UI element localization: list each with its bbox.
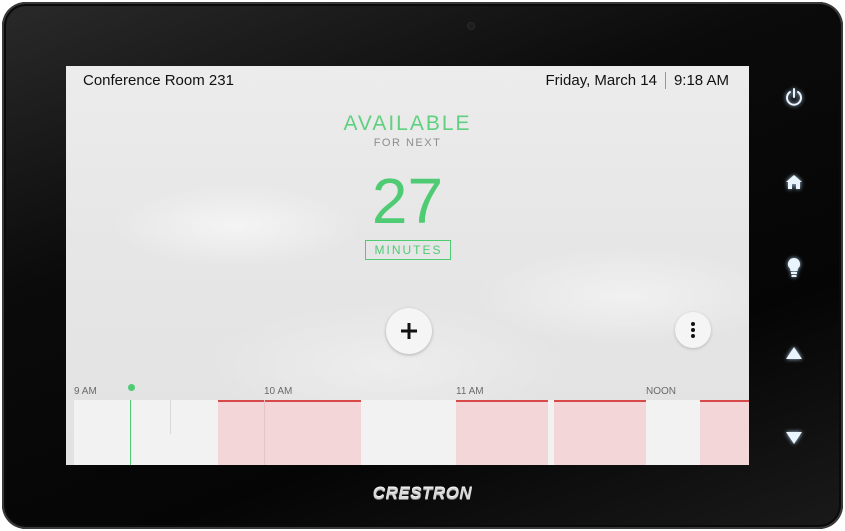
booked-slot[interactable] xyxy=(700,400,749,465)
power-icon xyxy=(786,88,802,106)
timeline-hour-noon: NOON xyxy=(646,386,676,397)
triangle-up-icon xyxy=(786,347,802,359)
booked-slot[interactable] xyxy=(218,400,361,465)
light-bulb-icon xyxy=(787,257,801,277)
timeline-hour-9am: 9 AM xyxy=(74,386,97,397)
time: 9:18 AM xyxy=(673,72,729,89)
brand-logo: CRESTRON xyxy=(372,484,473,503)
timeline-hour-10am: 10 AM xyxy=(264,386,293,397)
date-time-divider xyxy=(664,72,666,89)
minutes-unit-badge: MINUTES xyxy=(364,240,451,260)
screen: Conference Room 231 Friday, March 14 9:1… xyxy=(66,66,749,465)
volume-up-button[interactable] xyxy=(783,342,805,364)
date-time: Friday, March 14 9:18 AM xyxy=(546,72,729,89)
home-button[interactable] xyxy=(783,171,805,193)
timeline-tick xyxy=(264,400,265,465)
availability-status: AVAILABLE xyxy=(343,112,472,135)
minutes-count: 27 xyxy=(371,165,444,237)
lights-button[interactable] xyxy=(783,256,805,278)
volume-down-button[interactable] xyxy=(783,427,805,449)
more-options-button[interactable] xyxy=(675,312,711,348)
availability-subtitle: FOR NEXT xyxy=(373,137,442,149)
power-button[interactable] xyxy=(783,86,805,108)
vertical-dots-icon xyxy=(691,322,695,338)
plus-icon xyxy=(401,323,417,339)
timeline-tick xyxy=(170,400,171,434)
current-time-dot xyxy=(128,384,135,391)
booked-slot[interactable] xyxy=(456,400,548,465)
home-icon xyxy=(786,175,802,189)
room-name: Conference Room 231 xyxy=(83,72,234,89)
minutes-unit-wrap: MINUTES xyxy=(66,240,749,260)
current-time-line xyxy=(130,400,131,465)
add-reservation-button[interactable] xyxy=(386,308,432,354)
booked-slot[interactable] xyxy=(554,400,646,465)
timeline-hour-11am: 11 AM xyxy=(456,386,484,397)
schedule-timeline[interactable] xyxy=(74,400,749,465)
date: Friday, March 14 xyxy=(545,72,657,89)
triangle-down-icon xyxy=(786,432,802,444)
camera-lens xyxy=(468,23,474,29)
